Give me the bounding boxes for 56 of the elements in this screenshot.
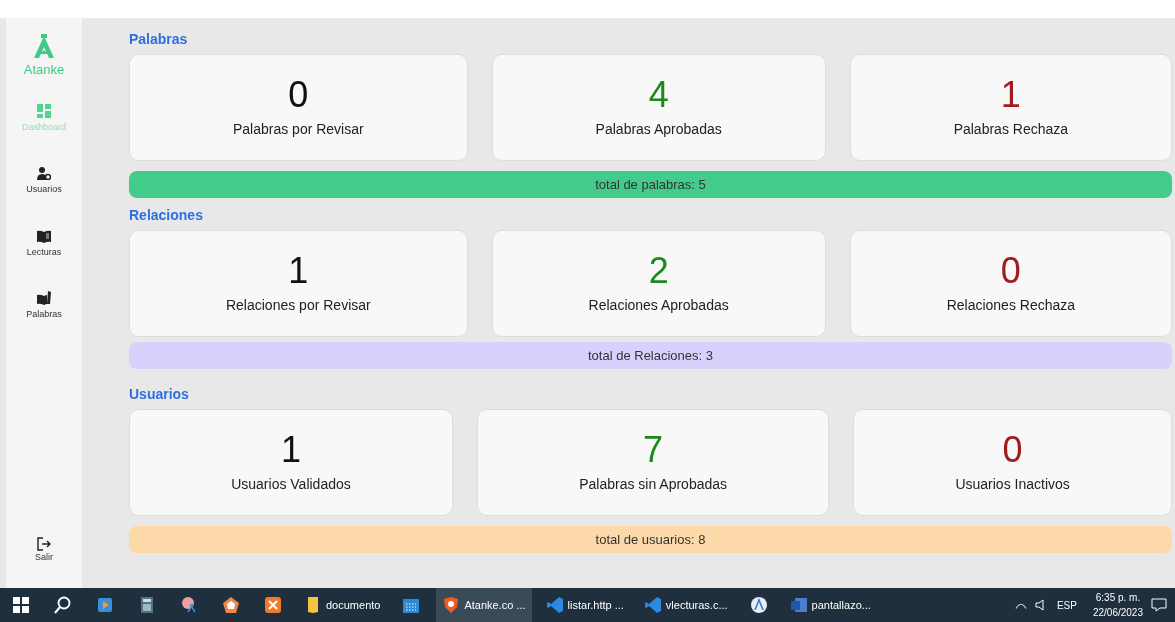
sidebar-item[interactable]: Lecturas (26, 228, 62, 259)
wifi-icon (1014, 601, 1027, 609)
stat-label: Relaciones Rechaza (946, 296, 1076, 315)
stat-value: 1 (288, 251, 309, 291)
editor-icon (545, 596, 564, 614)
stat-value: 2 (648, 251, 669, 291)
stat-label: Usuarios Inactivos (955, 475, 1070, 494)
stat-label: Palabras Rechaza (953, 120, 1069, 139)
dashboard-icon (37, 103, 51, 118)
stat-value: 1 (280, 430, 301, 470)
stat-label: Palabras Aprobadas (595, 120, 722, 139)
stat-label: Relaciones por Revisar (225, 296, 371, 315)
stat-value: 0 (1002, 430, 1023, 470)
total-bar: total de Relaciones: 3 (129, 342, 1172, 369)
document-icon (789, 596, 808, 614)
sidebar-item[interactable]: Palabras (26, 291, 62, 322)
calendar-icon (402, 596, 421, 614)
users-icon (37, 166, 51, 180)
calculator-icon (138, 596, 156, 614)
logo-text: Atanke (23, 61, 65, 79)
clock-date: 22/06/2023 (1092, 606, 1143, 620)
language-indicator[interactable]: ESP (1056, 597, 1077, 613)
book-pen-icon (37, 291, 51, 305)
stat-label: Relaciones Aprobadas (588, 296, 729, 315)
taskbar-item[interactable]: pantallazo... (783, 588, 877, 622)
windows-icon (12, 596, 30, 614)
book-icon (37, 228, 51, 243)
stat-label: Palabras por Revisar (232, 120, 364, 139)
taskbar-item[interactable]: vlecturas.c... (637, 588, 734, 622)
stat-value: 1 (1000, 75, 1021, 115)
editor-icon (643, 596, 662, 614)
play-icon (96, 596, 114, 614)
stat-label: Palabras sin Aprobadas (579, 475, 728, 494)
taskbar-clock[interactable]: 6:35 p. m. 22/06/2023 (1092, 590, 1143, 620)
stat-value: 0 (288, 75, 309, 115)
section-title: Relaciones (129, 206, 204, 224)
taskbar-item[interactable]: Atanke.co ... (436, 588, 532, 622)
notification-icon[interactable] (1151, 597, 1167, 613)
sidebar-item[interactable]: Usuarios (26, 166, 62, 197)
section-title: Palabras (129, 30, 189, 48)
stat-value: 7 (643, 430, 664, 470)
stat-value: 4 (648, 75, 669, 115)
logo-icon (33, 34, 55, 60)
total-bar: total de palabras: 5 (129, 171, 1172, 198)
logout-button[interactable]: Salir (35, 536, 53, 564)
clock-time: 6:35 p. m. (1094, 591, 1142, 605)
stat-label: Usuarios Validados (231, 475, 351, 494)
stat-value: 0 (1000, 251, 1021, 291)
taskbar-item[interactable]: listar.http ... (539, 588, 630, 622)
total-bar: total de usuarios: 8 (129, 526, 1172, 553)
logout-icon (37, 536, 51, 551)
pentagon-icon (222, 596, 240, 614)
section-title: Usuarios (129, 385, 190, 403)
search-icon (54, 596, 72, 614)
app-icon (264, 596, 282, 614)
taskbar-item[interactable]: documento (298, 588, 387, 622)
